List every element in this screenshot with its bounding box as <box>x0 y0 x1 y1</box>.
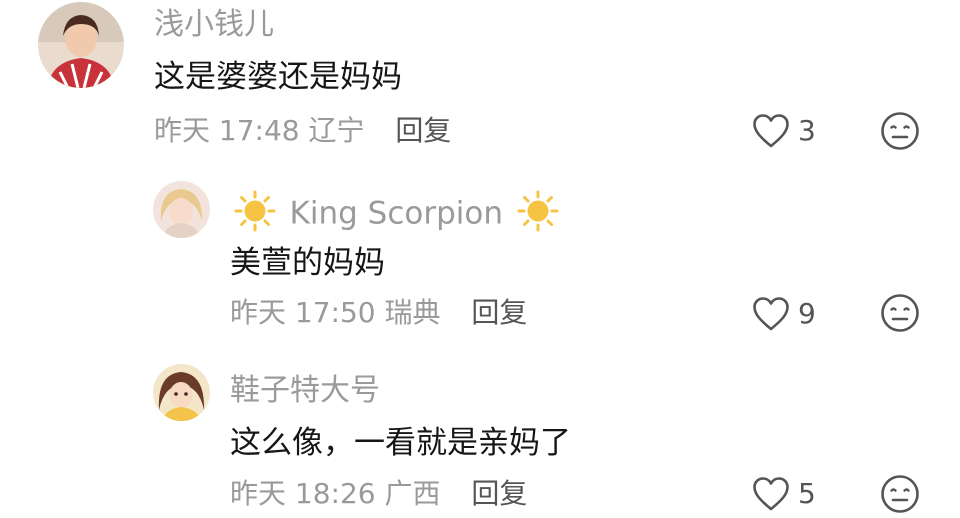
comment-meta: 昨天 17:48 辽宁 回复 <box>154 117 451 145</box>
comment-text: 这是婆婆还是妈妈 <box>154 59 402 95</box>
username[interactable]: 浅小钱儿 <box>154 10 274 40</box>
comment-meta: 昨天 18:26 广西 回复 <box>230 480 527 508</box>
comment-meta: 昨天 17:50 瑞典 回复 <box>230 299 527 327</box>
neutral-face-icon <box>881 475 919 513</box>
dislike-button[interactable] <box>880 474 920 518</box>
comment-location: 广西 <box>384 477 441 510</box>
comment-time: 昨天 18:26 <box>230 477 376 510</box>
sun-emoji-icon <box>234 190 276 238</box>
neutral-face-icon <box>881 112 919 150</box>
like-count: 3 <box>798 114 816 147</box>
comment-time: 昨天 17:50 <box>230 296 376 329</box>
reply-button[interactable]: 回复 <box>471 480 527 508</box>
like-button[interactable]: 3 <box>752 113 816 149</box>
like-count: 5 <box>798 477 816 510</box>
dislike-button[interactable] <box>880 111 920 155</box>
username-text: King Scorpion <box>289 195 504 232</box>
comment-item: King Scorpion 美萱的妈妈 昨天 17:50 瑞典 回复 9 <box>0 170 960 350</box>
comment-time: 昨天 17:48 <box>154 114 300 147</box>
like-button[interactable]: 9 <box>752 296 816 332</box>
comment-location: 瑞典 <box>384 296 441 329</box>
heart-outline-icon <box>753 477 789 511</box>
comment-text: 这么像，一看就是亲妈了 <box>230 425 571 461</box>
like-count: 9 <box>798 297 816 330</box>
avatar[interactable] <box>38 2 124 88</box>
username[interactable]: King Scorpion <box>230 190 563 238</box>
heart-outline-icon <box>753 297 789 331</box>
comment-item: 浅小钱儿 这是婆婆还是妈妈 昨天 17:48 辽宁 回复 3 <box>0 0 960 170</box>
username[interactable]: 鞋子特大号 <box>230 376 380 406</box>
sun-emoji-icon <box>517 190 559 238</box>
comment-item: 鞋子特大号 这么像，一看就是亲妈了 昨天 18:26 广西 回复 5 <box>0 350 960 513</box>
avatar[interactable] <box>153 364 210 421</box>
heart-outline-icon <box>753 114 789 148</box>
comment-location: 辽宁 <box>308 114 365 147</box>
reply-button[interactable]: 回复 <box>471 299 527 327</box>
dislike-button[interactable] <box>880 293 920 337</box>
neutral-face-icon <box>881 294 919 332</box>
comment-text: 美萱的妈妈 <box>230 245 385 281</box>
like-button[interactable]: 5 <box>752 476 816 512</box>
avatar[interactable] <box>153 181 210 238</box>
reply-button[interactable]: 回复 <box>395 117 451 145</box>
